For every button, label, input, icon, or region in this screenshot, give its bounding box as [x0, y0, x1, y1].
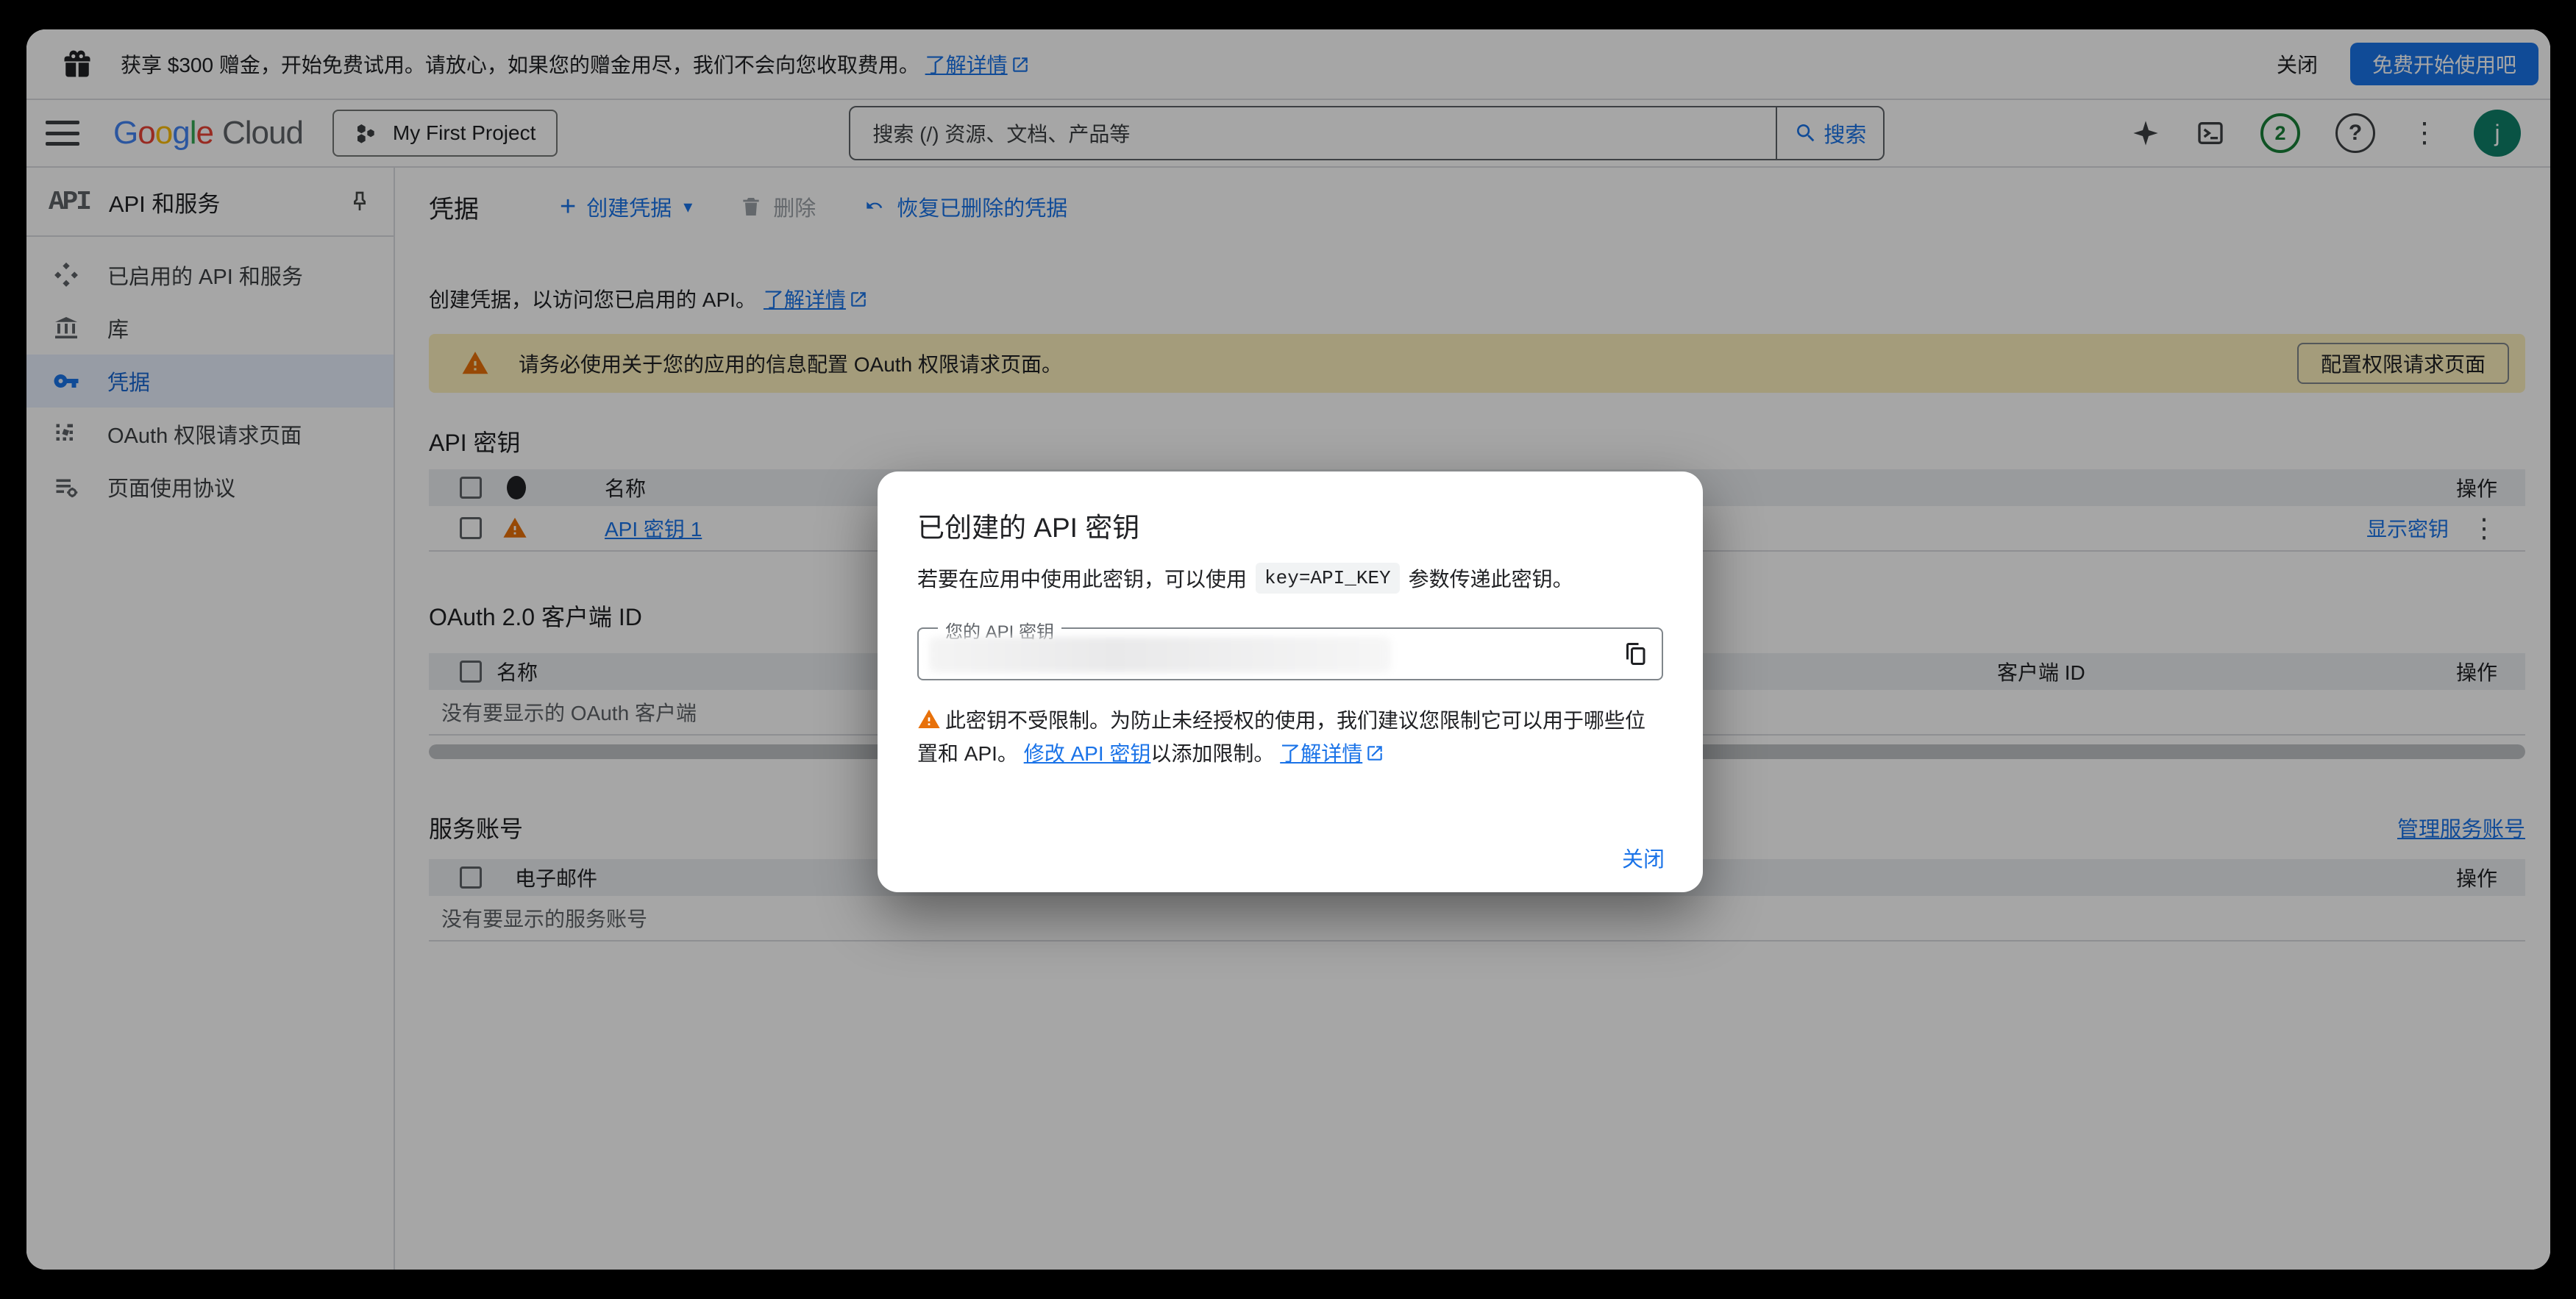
edit-api-key-link[interactable]: 修改 API 密钥 [1024, 742, 1151, 765]
dialog-warning: 此密钥不受限制。为防止未经授权的使用，我们建议您限制它可以用于哪些位置和 API… [917, 704, 1663, 770]
browser-viewport: 获享 $300 赠金，开始免费试用。请放心，如果您的赠金用尽，我们不会向您收取费… [26, 29, 2550, 1270]
dialog-learn-more-link[interactable]: 了解详情 [1280, 742, 1384, 765]
api-key-created-dialog: 已创建的 API 密钥 若要在应用中使用此密钥，可以使用 key=API_KEY… [878, 471, 1703, 892]
dialog-body: 若要在应用中使用此密钥，可以使用 key=API_KEY 参数传递此密钥。 [917, 563, 1573, 594]
dialog-learn-more-label: 了解详情 [1280, 742, 1362, 765]
warning-icon [917, 708, 941, 731]
dialog-warning-mid: 以添加限制。 [1150, 742, 1274, 765]
api-key-param-code: key=API_KEY [1256, 563, 1400, 594]
dialog-body-suffix: 参数传递此密钥。 [1409, 563, 1573, 593]
copy-icon[interactable] [1622, 641, 1648, 667]
dialog-body-prefix: 若要在应用中使用此密钥，可以使用 [917, 563, 1247, 593]
redacted-api-key [929, 637, 1391, 672]
external-link-icon [1365, 744, 1384, 763]
dialog-close-button[interactable]: 关闭 [1622, 842, 1665, 873]
dialog-title: 已创建的 API 密钥 [917, 505, 1139, 545]
api-key-field[interactable]: 您的 API 密钥 [917, 627, 1663, 680]
edit-api-key-label: 修改 API 密钥 [1024, 742, 1151, 765]
